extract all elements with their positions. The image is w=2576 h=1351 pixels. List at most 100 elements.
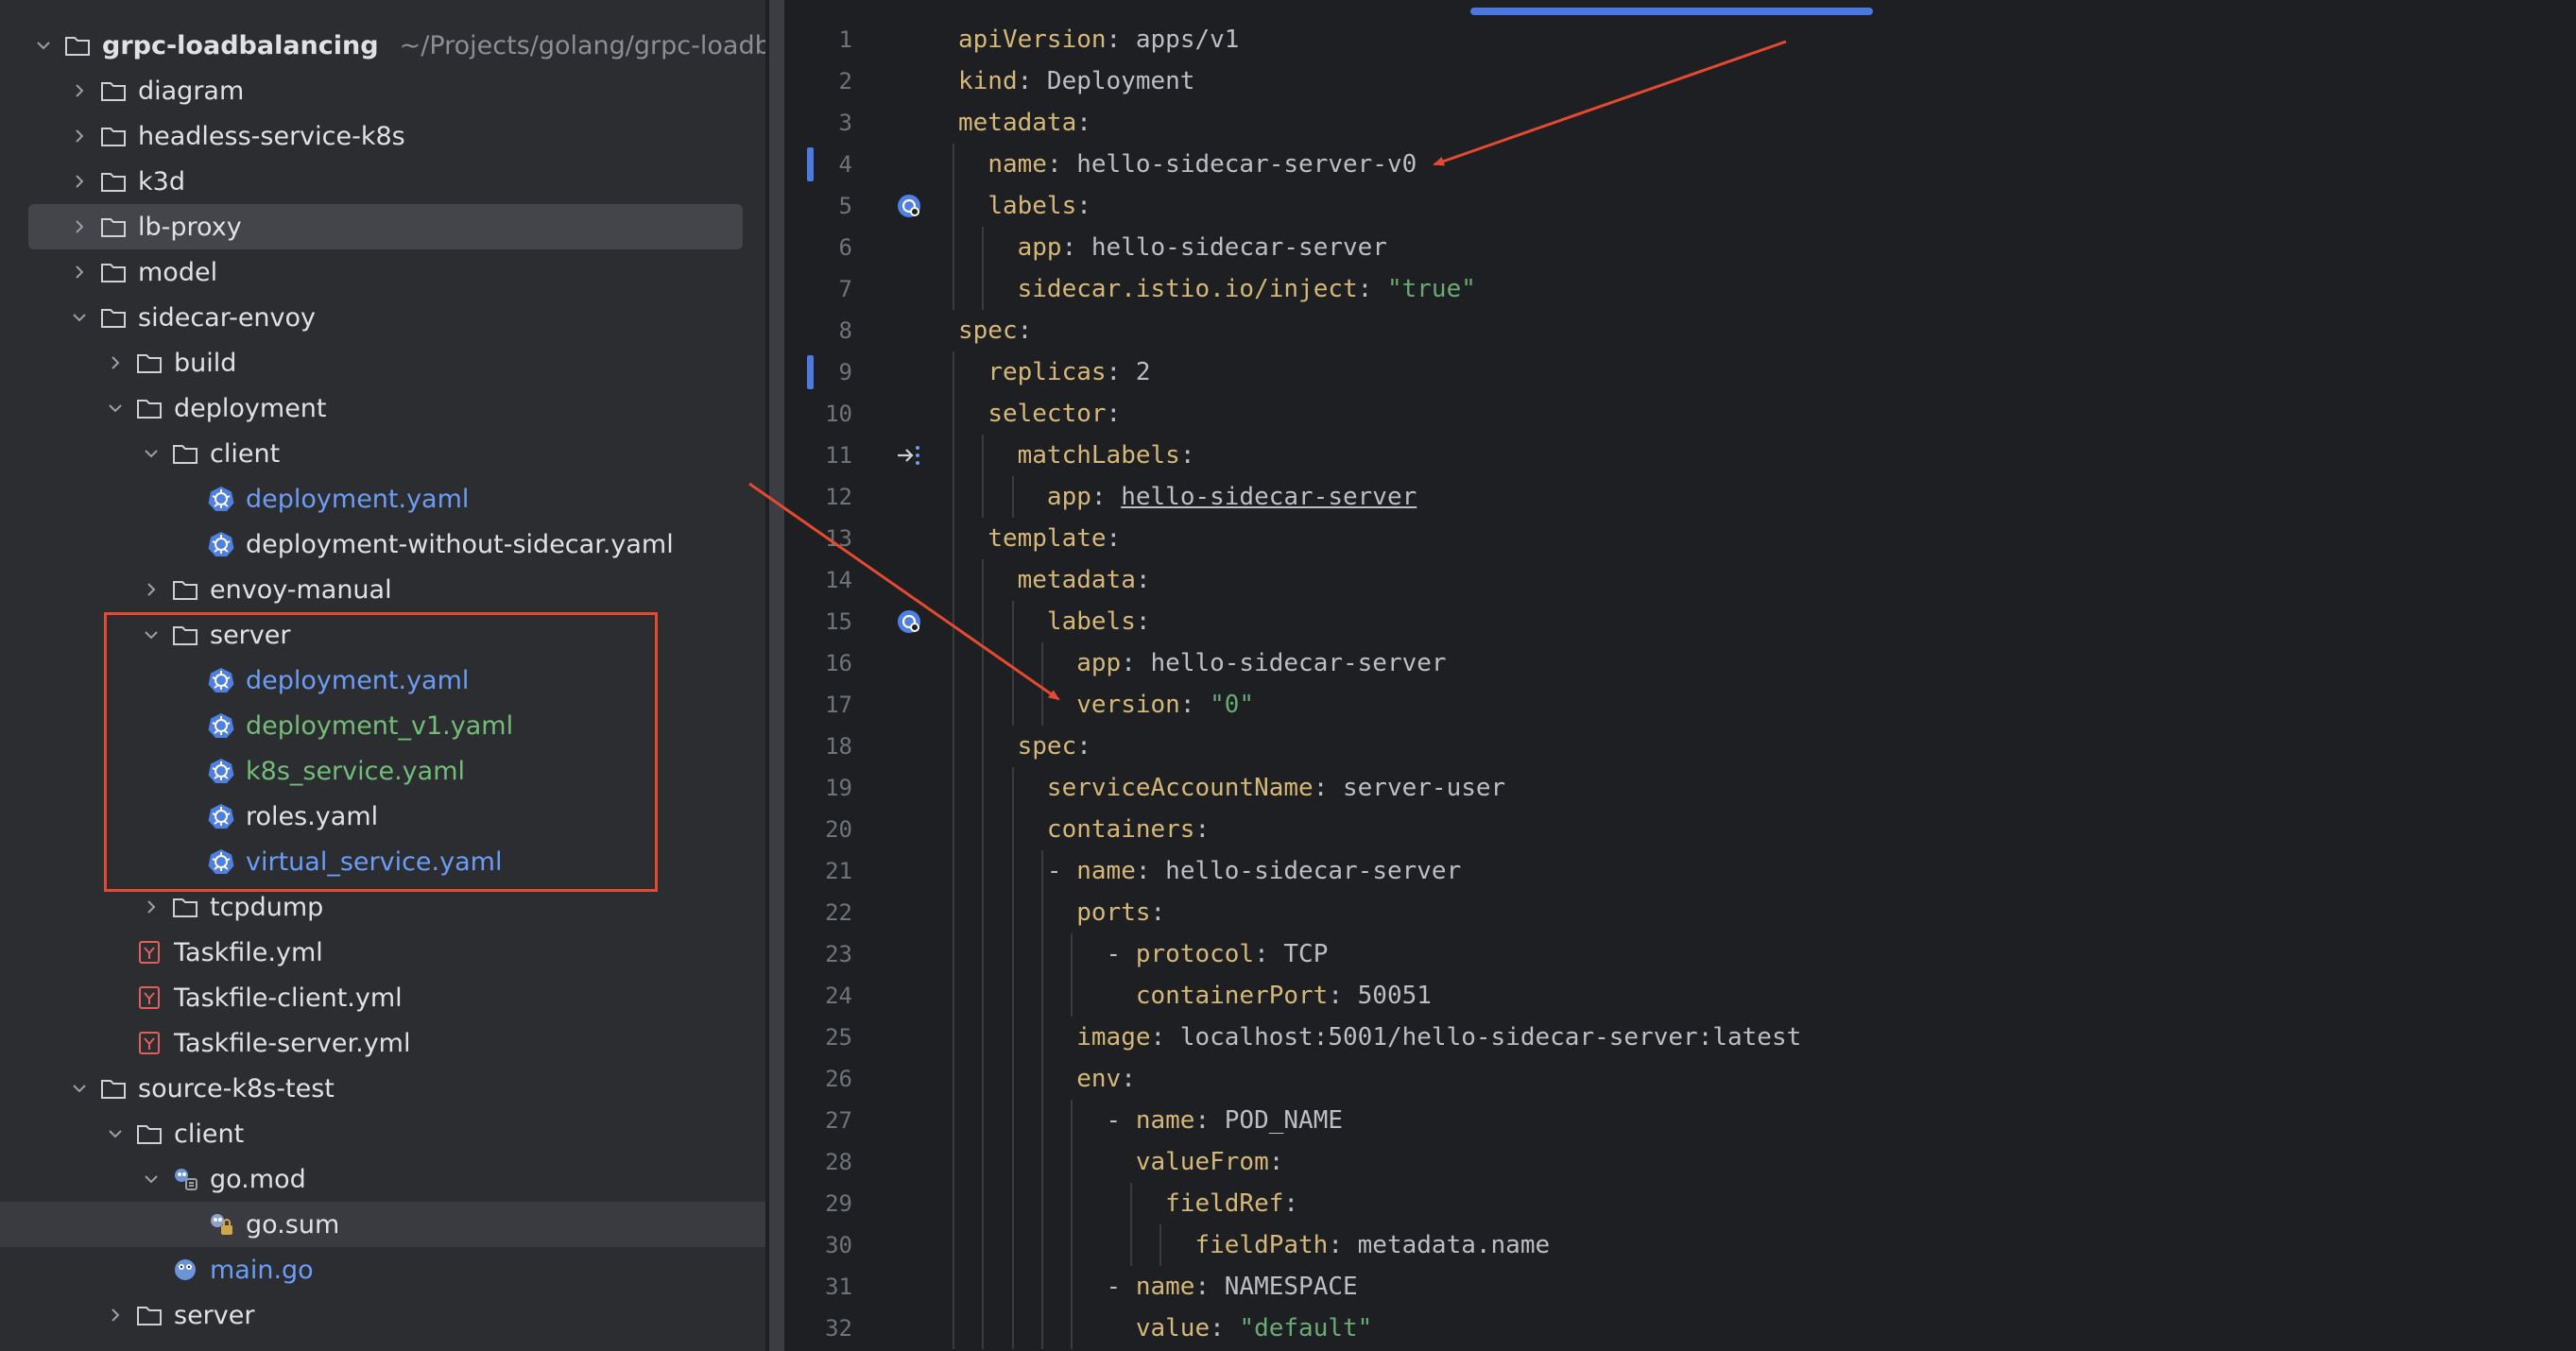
tree-item[interactable]: headless-service-k8s xyxy=(0,113,765,159)
tree-item[interactable]: source-k8s-test xyxy=(0,1066,765,1111)
vcs-change-marker[interactable] xyxy=(807,147,814,181)
chevron-down-icon[interactable] xyxy=(62,1071,96,1105)
code-line[interactable]: metadata: xyxy=(958,559,1151,601)
code-line[interactable]: labels: xyxy=(958,185,1091,227)
yaml-key: fieldRef xyxy=(1165,1189,1284,1218)
line-number: 25 xyxy=(825,1024,852,1051)
chevron-down-icon[interactable] xyxy=(98,391,132,425)
tree-item[interactable]: lb-proxy xyxy=(28,204,743,249)
tree-item[interactable]: deployment-without-sidecar.yaml xyxy=(0,522,765,567)
tree-item-label: lb-proxy xyxy=(138,212,242,242)
panel-splitter[interactable] xyxy=(769,0,784,1351)
code-line[interactable]: app: hello-sidecar-server xyxy=(958,642,1446,684)
yaml-key: labels xyxy=(987,192,1077,220)
code-line[interactable]: name: hello-sidecar-server-v0 xyxy=(958,144,1417,185)
code-line[interactable]: containerPort: 50051 xyxy=(958,975,1432,1017)
tree-item[interactable]: Taskfile.yml xyxy=(0,930,765,975)
yaml-file-icon xyxy=(132,981,166,1015)
code-line[interactable]: - name: hello-sidecar-server xyxy=(958,850,1461,892)
tree-item[interactable]: sidecar-envoy xyxy=(0,295,765,340)
chevron-down-icon[interactable] xyxy=(134,436,168,470)
line-number: 1 xyxy=(838,26,852,53)
code-line[interactable]: fieldRef: xyxy=(958,1183,1298,1224)
tree-item[interactable]: go.sum xyxy=(0,1202,765,1247)
tree-item[interactable]: deployment.yaml xyxy=(0,476,765,522)
yaml-key: fieldPath xyxy=(1194,1231,1329,1259)
code-line[interactable]: labels: xyxy=(958,601,1151,642)
code-line[interactable]: replicas: 2 xyxy=(958,351,1150,393)
code-line[interactable]: - protocol: TCP xyxy=(958,933,1329,975)
code-line[interactable]: spec: xyxy=(958,726,1091,767)
code-text: - xyxy=(958,857,1077,885)
chevron-right-icon[interactable] xyxy=(62,164,96,198)
code-line[interactable]: metadata: xyxy=(958,102,1091,144)
tree-item[interactable]: model xyxy=(0,249,765,295)
line-number: 10 xyxy=(825,401,852,427)
code-line[interactable]: template: xyxy=(958,518,1121,559)
tree-item[interactable]: Taskfile-client.yml xyxy=(0,975,765,1020)
code-text: : xyxy=(1017,316,1033,345)
chevron-right-icon[interactable] xyxy=(62,74,96,108)
code-line[interactable]: valueFrom: xyxy=(958,1141,1284,1183)
code-line[interactable]: app: hello-sidecar-server xyxy=(958,476,1417,518)
code-line[interactable]: app: hello-sidecar-server xyxy=(958,227,1387,268)
k8s-resource-icon[interactable] xyxy=(892,189,926,223)
tree-item[interactable]: go.mod xyxy=(0,1156,765,1202)
tree-item[interactable]: diagram xyxy=(0,68,765,113)
yaml-key: protocol xyxy=(1135,940,1255,968)
code-line[interactable]: serviceAccountName: server-user xyxy=(958,767,1505,809)
code-line[interactable]: kind: Deployment xyxy=(958,60,1194,102)
tree-item[interactable]: main.go xyxy=(0,1247,765,1292)
code-line[interactable]: containers: xyxy=(958,809,1210,850)
tree-item-label: client xyxy=(174,1119,245,1149)
chevron-right-icon[interactable] xyxy=(62,210,96,244)
chevron-right-icon[interactable] xyxy=(62,119,96,153)
chevron-down-icon[interactable] xyxy=(26,28,60,62)
chevron-right-icon[interactable] xyxy=(134,890,168,924)
folder-icon xyxy=(168,436,202,470)
tree-item[interactable]: build xyxy=(0,340,765,385)
chevron-right-icon[interactable] xyxy=(62,255,96,289)
code-text: : xyxy=(1121,1065,1136,1093)
tree-item[interactable]: client xyxy=(0,1111,765,1156)
chevron-down-icon[interactable] xyxy=(62,300,96,334)
code-line[interactable]: - name: POD_NAME xyxy=(958,1100,1343,1141)
code-line[interactable]: sidecar.istio.io/inject: "true" xyxy=(958,268,1476,310)
code-editor[interactable]: 1 2 3 4 5 6 7 8 9 10 11 12 13 14 15 16 17 18 19 20 21 22 23 24 2… xyxy=(790,0,2576,1351)
code-line[interactable]: matchLabels: xyxy=(958,435,1195,476)
vcs-change-marker[interactable] xyxy=(807,355,814,389)
code-line[interactable]: spec: xyxy=(958,310,1032,351)
tree-item[interactable]: client xyxy=(0,431,765,476)
selector-navigate-icon[interactable] xyxy=(892,438,926,472)
tree-item[interactable]: k3d xyxy=(0,159,765,204)
code-line[interactable]: - name: NAMESPACE xyxy=(958,1266,1358,1308)
code-line[interactable]: ports: xyxy=(958,892,1165,933)
yaml-key: name xyxy=(1135,1106,1195,1135)
code-line[interactable]: apiVersion: apps/v1 xyxy=(958,19,1239,60)
code-line[interactable]: value: "default" xyxy=(958,1308,1372,1349)
tree-item[interactable]: server xyxy=(0,1292,765,1338)
code-line[interactable]: version: "0" xyxy=(958,684,1254,726)
k8s-resource-icon[interactable] xyxy=(892,605,926,639)
code-line[interactable]: fieldPath: metadata.name xyxy=(958,1224,1550,1266)
tree-item[interactable]: envoy-manual xyxy=(0,567,765,612)
code-line[interactable]: env: xyxy=(958,1058,1136,1100)
chevron-down-icon[interactable] xyxy=(134,1162,168,1196)
chevron-right-icon[interactable] xyxy=(98,346,132,380)
code-line[interactable]: selector: xyxy=(958,393,1121,435)
tree-item[interactable]: deployment xyxy=(0,385,765,431)
chevron-down-icon[interactable] xyxy=(98,1117,132,1151)
code-line[interactable]: image: localhost:5001/hello-sidecar-serv… xyxy=(958,1017,1801,1058)
code-text: : metadata.name xyxy=(1328,1231,1551,1259)
indent-guide xyxy=(953,351,954,1349)
go-mod-file-icon xyxy=(168,1162,202,1196)
tree-root[interactable]: grpc-loadbalancing ~/Projects/golang/grp… xyxy=(0,23,765,68)
code-text: - xyxy=(958,940,1136,968)
scroll-position-indicator[interactable] xyxy=(1470,8,1873,15)
yaml-key: labels xyxy=(1046,607,1136,636)
chevron-right-icon[interactable] xyxy=(134,573,168,607)
tree-item[interactable]: Taskfile-server.yml xyxy=(0,1020,765,1066)
chevron-right-icon[interactable] xyxy=(98,1298,132,1332)
